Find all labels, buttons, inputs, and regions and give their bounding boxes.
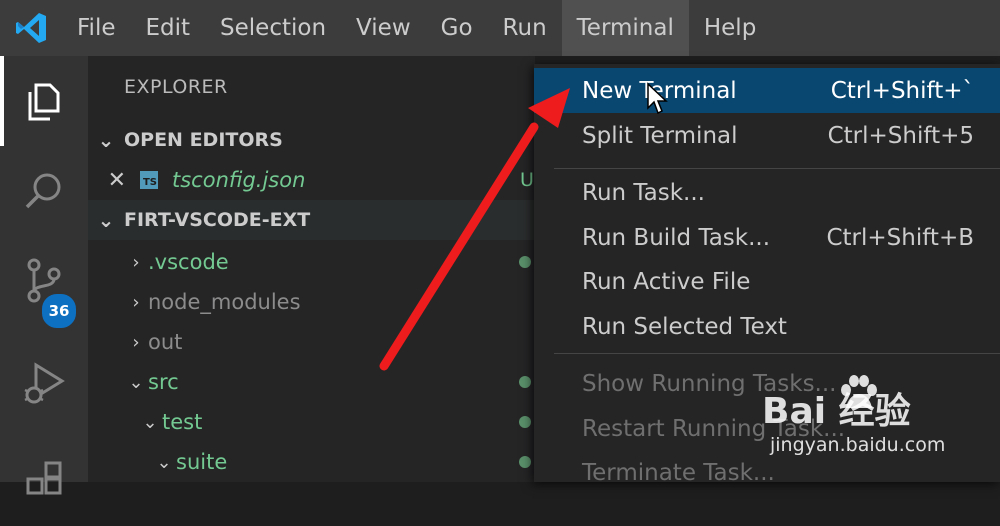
watermark-brand: Bai 经验 [762, 391, 911, 432]
watermark-url: jingyan.baidu.com [770, 434, 946, 456]
baidu-watermark: Bai 经验 jingyan.baidu.com [762, 375, 1000, 466]
mouse-cursor-icon [647, 82, 668, 115]
